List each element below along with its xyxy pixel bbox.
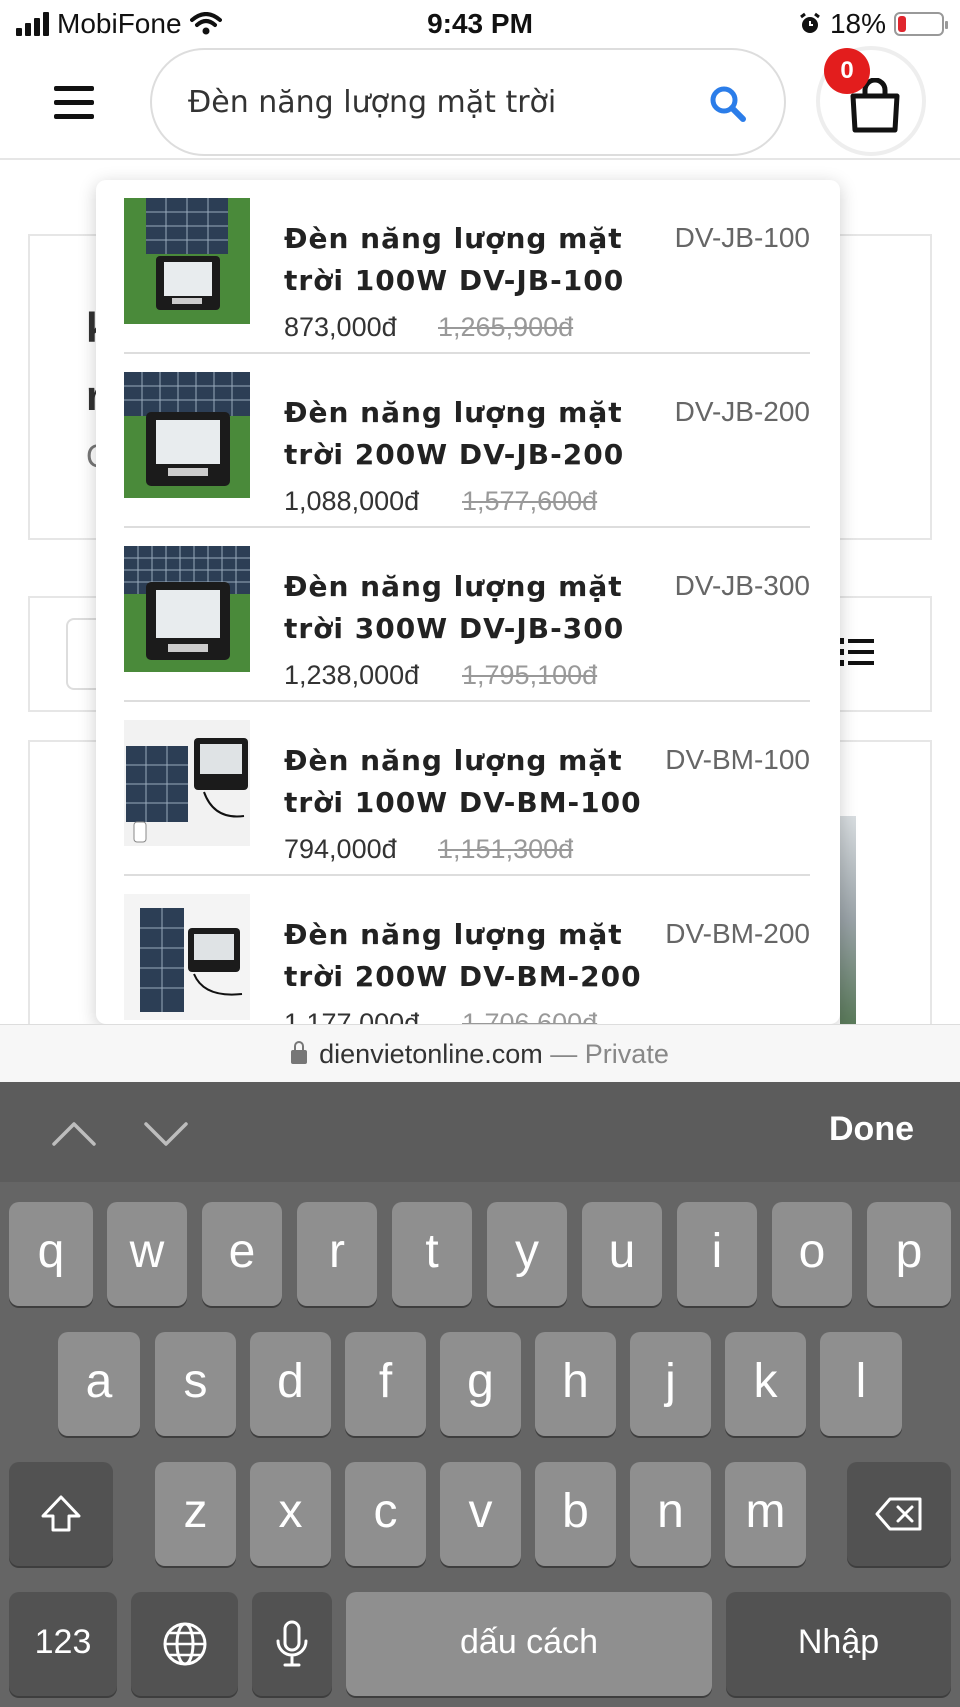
product-thumbnail (124, 546, 250, 672)
dictation-key[interactable] (252, 1592, 332, 1696)
globe-key[interactable] (131, 1592, 238, 1696)
product-sku: DV-JB-200 (674, 396, 810, 427)
shift-icon (41, 1495, 81, 1532)
key-l[interactable]: l (820, 1332, 902, 1436)
numbers-key[interactable]: 123 (9, 1592, 117, 1696)
globe-icon (163, 1622, 206, 1666)
space-key[interactable]: dấu cách (346, 1592, 712, 1696)
product-price: 1,238,000đ (284, 660, 420, 690)
product-price: 794,000đ (284, 834, 397, 864)
product-thumbnail (124, 372, 250, 498)
product-thumbnail (124, 198, 250, 324)
browser-url-bar[interactable]: dienvietonline.com — Private (0, 1024, 960, 1082)
key-m[interactable]: m (725, 1462, 806, 1566)
product-old-price: 1,577,600đ (462, 486, 598, 516)
search-input[interactable] (188, 80, 708, 124)
key-g[interactable]: g (440, 1332, 521, 1436)
url-domain: dienvietonline.com (319, 1039, 543, 1069)
product-thumbnail (124, 720, 250, 846)
key-i[interactable]: i (677, 1202, 757, 1306)
cart-count-badge: 0 (824, 48, 870, 94)
chevron-down-icon[interactable] (142, 1110, 190, 1158)
status-bar: MobiFone 9:43 PM 18% (0, 0, 960, 48)
key-v[interactable]: v (440, 1462, 521, 1566)
backspace-icon (875, 1497, 922, 1531)
key-j[interactable]: j (630, 1332, 711, 1436)
key-s[interactable]: s (155, 1332, 236, 1436)
product-old-price: 1,795,100đ (462, 660, 598, 690)
search-result-item[interactable]: Đèn năng lượng mặt trời 200W DV-BM-200 DV… (124, 876, 810, 1024)
alarm-icon (800, 12, 820, 33)
search-icon[interactable] (708, 84, 748, 124)
product-name: Đèn năng lượng mặt trời 100W DV-JB-100 (284, 222, 625, 297)
key-y[interactable]: y (487, 1202, 567, 1306)
product-old-price: 1,706,600đ (462, 1008, 598, 1024)
key-r[interactable]: r (297, 1202, 377, 1306)
key-b[interactable]: b (535, 1462, 616, 1566)
backspace-key[interactable] (847, 1462, 951, 1566)
product-price: 1,177,000đ (284, 1008, 420, 1024)
search-result-item[interactable]: Đèn năng lượng mặt trời 100W DV-JB-100 DV… (124, 180, 810, 354)
product-image-fragment (840, 816, 856, 1024)
shift-key[interactable] (9, 1462, 113, 1566)
hamburger-menu-button[interactable] (54, 86, 94, 122)
product-thumbnail (124, 894, 250, 1020)
key-z[interactable]: z (155, 1462, 236, 1566)
key-q[interactable]: q (9, 1202, 93, 1306)
lock-icon (291, 1041, 308, 1064)
return-key[interactable]: Nhập (726, 1592, 951, 1696)
product-sku: DV-BM-200 (665, 918, 810, 949)
on-screen-keyboard: q w e r t y u i o p a s d f g h j k l z … (0, 1182, 960, 1707)
battery-icon (894, 12, 948, 36)
battery-percent: 18% (829, 8, 886, 39)
product-name: Đèn năng lượng mặt trời 200W DV-BM-200 (284, 918, 642, 993)
product-sku: DV-JB-100 (674, 222, 810, 253)
key-e[interactable]: e (202, 1202, 282, 1306)
product-name: Đèn năng lượng mặt trời 300W DV-JB-300 (284, 570, 625, 645)
search-suggestions: Đèn năng lượng mặt trời 100W DV-JB-100 DV… (96, 180, 840, 1024)
search-result-item[interactable]: Đèn năng lượng mặt trời 300W DV-JB-300 DV… (124, 528, 810, 702)
product-sku: DV-BM-100 (665, 744, 810, 775)
product-price: 873,000đ (284, 312, 397, 342)
key-p[interactable]: p (867, 1202, 951, 1306)
chevron-up-icon[interactable] (50, 1110, 98, 1158)
site-header: 0 (0, 46, 960, 160)
product-name: Đèn năng lượng mặt trời 100W DV-BM-100 (284, 744, 642, 819)
key-t[interactable]: t (392, 1202, 472, 1306)
key-h[interactable]: h (535, 1332, 616, 1436)
private-label: — Private (550, 1039, 669, 1069)
product-sku: DV-JB-300 (674, 570, 810, 601)
search-box (150, 48, 786, 156)
key-u[interactable]: u (582, 1202, 662, 1306)
keyboard-accessory-bar: Done (0, 1082, 960, 1182)
list-view-icon[interactable] (838, 636, 874, 668)
microphone-icon (276, 1620, 308, 1667)
done-button[interactable]: Done (829, 1110, 914, 1149)
search-result-item[interactable]: Đèn năng lượng mặt trời 200W DV-JB-200 DV… (124, 354, 810, 528)
product-price: 1,088,000đ (284, 486, 420, 516)
product-old-price: 1,151,300đ (438, 834, 574, 864)
key-n[interactable]: n (630, 1462, 711, 1566)
key-a[interactable]: a (58, 1332, 140, 1436)
key-d[interactable]: d (250, 1332, 331, 1436)
search-result-item[interactable]: Đèn năng lượng mặt trời 100W DV-BM-100 DV… (124, 702, 810, 876)
key-c[interactable]: c (345, 1462, 426, 1566)
key-k[interactable]: k (725, 1332, 806, 1436)
product-old-price: 1,265,900đ (438, 312, 574, 342)
key-w[interactable]: w (107, 1202, 187, 1306)
key-o[interactable]: o (772, 1202, 852, 1306)
product-name: Đèn năng lượng mặt trời 200W DV-JB-200 (284, 396, 625, 471)
key-f[interactable]: f (345, 1332, 426, 1436)
cart-button[interactable]: 0 (816, 46, 926, 156)
key-x[interactable]: x (250, 1462, 331, 1566)
